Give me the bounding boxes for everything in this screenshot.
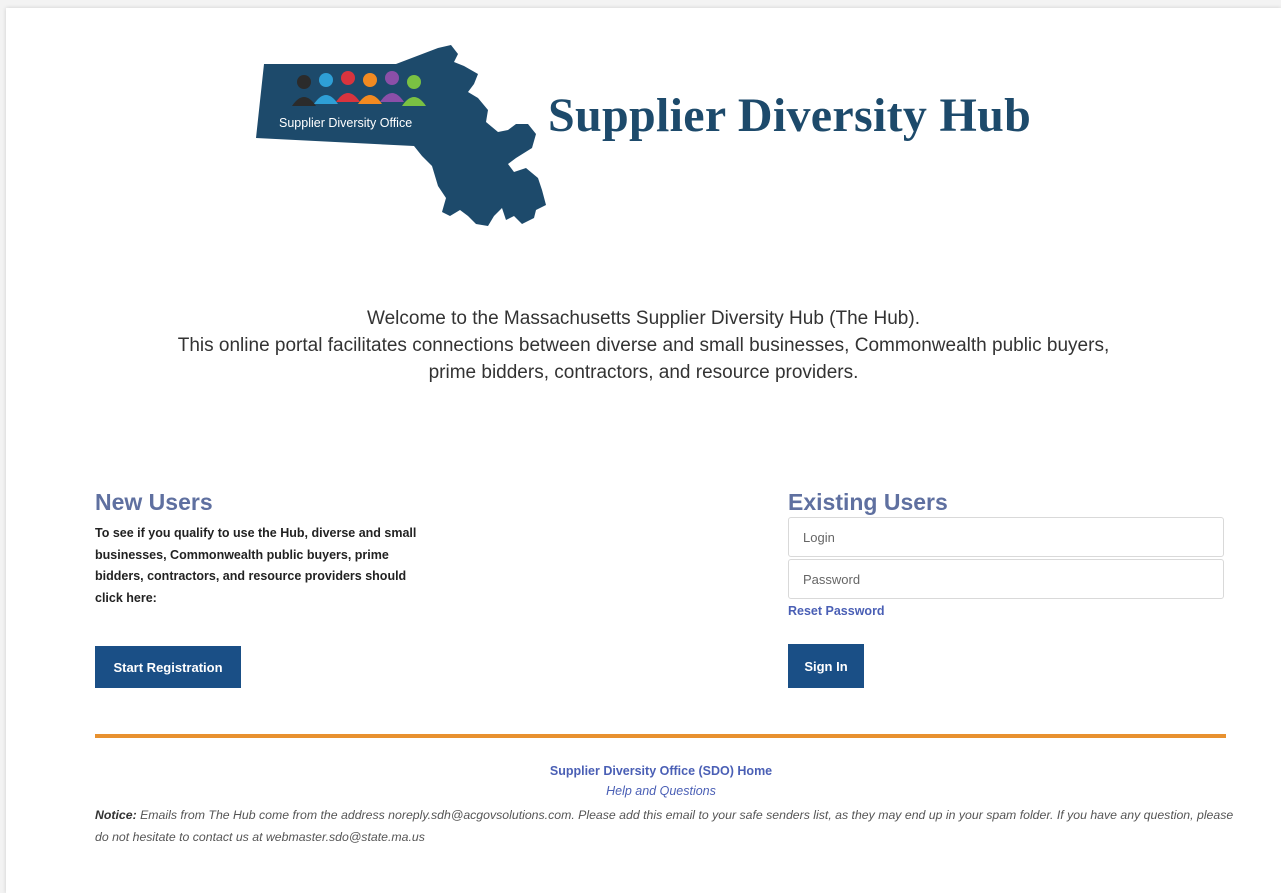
welcome-message: Welcome to the Massachusetts Supplier Di… (6, 305, 1281, 386)
logo-label: Supplier Diversity Office (279, 116, 412, 130)
welcome-line: Welcome to the Massachusetts Supplier Di… (367, 308, 920, 329)
notice-label: Notice: (95, 808, 137, 822)
welcome-line: This online portal facilitates connectio… (177, 335, 1110, 356)
sign-in-button[interactable]: Sign In (788, 644, 864, 688)
help-questions-link[interactable]: Help and Questions (6, 784, 1281, 798)
new-users-heading: New Users (95, 489, 213, 515)
existing-users-heading: Existing Users (788, 489, 948, 515)
reset-password-link[interactable]: Reset Password (788, 604, 885, 618)
start-registration-button[interactable]: Start Registration (95, 646, 241, 688)
massachusetts-map-icon (256, 45, 546, 226)
welcome-line: prime bidders, contractors, and resource… (428, 362, 859, 383)
new-users-description: To see if you qualify to use the Hub, di… (95, 526, 417, 605)
email-notice: Notice: Emails from The Hub come from th… (95, 804, 1235, 848)
password-input[interactable] (788, 559, 1224, 599)
page: Supplier Diversity Office Supplier Diver… (6, 8, 1281, 893)
login-input[interactable] (788, 517, 1224, 557)
sdo-logo: Supplier Diversity Office (256, 45, 546, 226)
page-title: Supplier Diversity Hub (548, 89, 1032, 142)
sdo-home-link[interactable]: Supplier Diversity Office (SDO) Home (6, 764, 1281, 778)
footer-divider (95, 734, 1226, 738)
notice-text: Emails from The Hub come from the addres… (95, 808, 1234, 844)
